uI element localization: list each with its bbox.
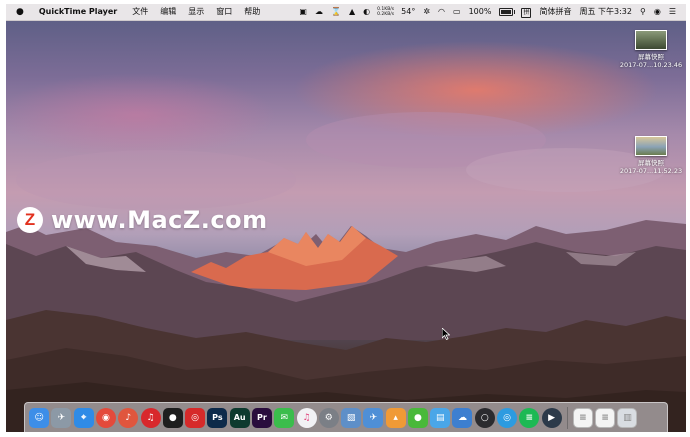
app-icon-label: Au — [233, 413, 246, 422]
temperature[interactable]: 54° — [397, 4, 419, 20]
app-glyph: ◎ — [191, 412, 200, 423]
hourglass-icon[interactable]: ⌛ — [327, 4, 345, 20]
document-stack-1-icon[interactable]: ≡ — [572, 407, 593, 428]
app-glyph: ● — [168, 412, 177, 423]
app-glyph: ✉ — [280, 412, 288, 423]
screenshot-thumbnail-icon — [635, 30, 667, 50]
notes-blue-icon[interactable]: ▤ — [430, 407, 451, 428]
dock: ☺ ✈ ⌖ ◉ ♪ ♫ ● ◎ Ps Au Pr ✉ ♫ ⚙ ▧ ✈ ▴ ● ▤ ☁ ○ ◎ ≡ ▶ ≡ ≡ ▥ — [24, 402, 668, 432]
browser-blue-icon[interactable]: ◎ — [497, 407, 518, 428]
desktop-screen: ● QuickTime Player 文件 编辑 显示 窗口 帮助 ▣ ☁ ⌛ … — [6, 4, 686, 432]
app-glyph: ✈ — [369, 412, 378, 423]
document-stack-2-icon[interactable]: ≡ — [595, 407, 616, 428]
desktop-file-screenshot-2[interactable]: 屏幕快照 2017-07...11.52.23 — [616, 136, 686, 175]
file-name: 屏幕快照 — [638, 53, 664, 61]
app-glyph: ◎ — [503, 412, 511, 423]
trash-icon[interactable]: ▥ — [617, 407, 638, 428]
menu-view[interactable]: 显示 — [182, 4, 210, 20]
app-glyph: ✈ — [57, 412, 66, 423]
menu-file[interactable]: 文件 — [126, 4, 154, 20]
dock-separator — [566, 406, 568, 429]
user-avatar-icon[interactable]: ◉ — [650, 4, 665, 20]
system-preferences-icon[interactable]: ⚙ — [318, 407, 339, 428]
launchpad-icon[interactable]: ✈ — [51, 407, 72, 428]
menu-edit[interactable]: 编辑 — [154, 4, 182, 20]
watermark-text: www.MacZ.com — [51, 206, 268, 234]
watermark-logo: Z — [17, 207, 43, 233]
spotlight-icon[interactable]: ⚲ — [636, 4, 650, 20]
obs-icon[interactable]: ○ — [474, 407, 495, 428]
app-glyph: ☺ — [34, 412, 44, 423]
battery-percent[interactable]: 100% — [465, 4, 496, 20]
wifi-icon[interactable]: ◠ — [434, 4, 449, 20]
screenshot-thumbnail-icon — [635, 136, 667, 156]
mail-plane-icon[interactable]: ✈ — [363, 407, 384, 428]
netease-music-alt-icon[interactable]: ♪ — [118, 407, 139, 428]
app-glyph: ○ — [480, 412, 489, 423]
app-glyph: ♪ — [125, 412, 132, 423]
network-down: 0.2KB/s — [377, 12, 395, 17]
app-glyph: ☁ — [457, 412, 467, 423]
folder-cloud-icon[interactable]: ☁ — [452, 407, 473, 428]
app-glyph: ▴ — [393, 412, 398, 423]
app-icon-label: Pr — [257, 413, 267, 422]
fox-app-icon[interactable]: ▴ — [385, 407, 406, 428]
file-date: 2017-07...11.52.23 — [619, 167, 683, 175]
app-menu[interactable]: QuickTime Player — [33, 4, 126, 20]
app-icon-label: Ps — [212, 413, 223, 422]
finder-icon[interactable]: ☺ — [29, 407, 50, 428]
app-glyph: ♫ — [302, 412, 311, 423]
preview-icon[interactable]: ▧ — [341, 407, 362, 428]
file-name: 屏幕快照 — [638, 159, 664, 167]
messages-icon[interactable]: ✉ — [274, 407, 295, 428]
app-glyph: ⚙ — [324, 412, 333, 423]
spotify-icon[interactable]: ≡ — [519, 407, 540, 428]
menu-help[interactable]: 帮助 — [238, 4, 266, 20]
app-glyph: ▶ — [548, 412, 556, 423]
weibo-icon[interactable]: ◎ — [185, 407, 206, 428]
status-icon[interactable]: ◐ — [359, 4, 374, 20]
app-glyph: ≡ — [525, 412, 534, 423]
app-glyph: ▧ — [346, 412, 356, 423]
app-glyph: ⌖ — [81, 412, 87, 423]
app-glyph: ▤ — [435, 412, 445, 423]
safari-icon[interactable]: ⌖ — [73, 407, 94, 428]
watermark: Z www.MacZ.com — [17, 206, 268, 234]
wechat-icon[interactable]: ● — [407, 407, 428, 428]
quicktime-icon[interactable]: ▶ — [541, 407, 562, 428]
input-method-icon[interactable]: 拼 — [517, 4, 535, 20]
app-glyph: ◉ — [102, 412, 110, 423]
app-glyph: ♫ — [146, 412, 155, 423]
file-date: 2017-07...10.23.46 — [619, 61, 683, 69]
menu-bar: ● QuickTime Player 文件 编辑 显示 窗口 帮助 ▣ ☁ ⌛ … — [6, 4, 686, 21]
bluetooth-icon[interactable]: ✲ — [419, 4, 434, 20]
screen-record-icon[interactable]: ▣ — [295, 4, 311, 20]
notification-center-icon[interactable]: ☰ — [665, 4, 680, 20]
apple-menu-icon[interactable]: ● — [6, 4, 33, 20]
network-speed[interactable]: 0.1KB/s 0.2KB/s — [374, 7, 397, 17]
mouse-cursor-icon — [442, 328, 450, 340]
netease-music-icon[interactable]: ♫ — [140, 407, 161, 428]
qq-tray-icon[interactable]: ▲ — [345, 4, 359, 20]
premiere-icon[interactable]: Pr — [251, 407, 272, 428]
audition-icon[interactable]: Au — [229, 407, 250, 428]
battery-icon[interactable] — [495, 4, 517, 20]
photoshop-icon[interactable]: Ps — [207, 407, 228, 428]
itunes-icon[interactable]: ♫ — [296, 407, 317, 428]
clock[interactable]: 周五 下午3:32 — [575, 4, 636, 20]
input-method-label[interactable]: 简体拼音 — [535, 4, 575, 20]
qq-icon[interactable]: ● — [162, 407, 183, 428]
desktop-file-screenshot-1[interactable]: 屏幕快照 2017-07...10.23.46 — [616, 30, 686, 69]
airplay-icon[interactable]: ▭ — [449, 4, 465, 20]
menu-window[interactable]: 窗口 — [210, 4, 238, 20]
chrome-icon[interactable]: ◉ — [95, 407, 116, 428]
app-glyph: ● — [413, 412, 422, 423]
cloud-icon[interactable]: ☁ — [311, 4, 327, 20]
